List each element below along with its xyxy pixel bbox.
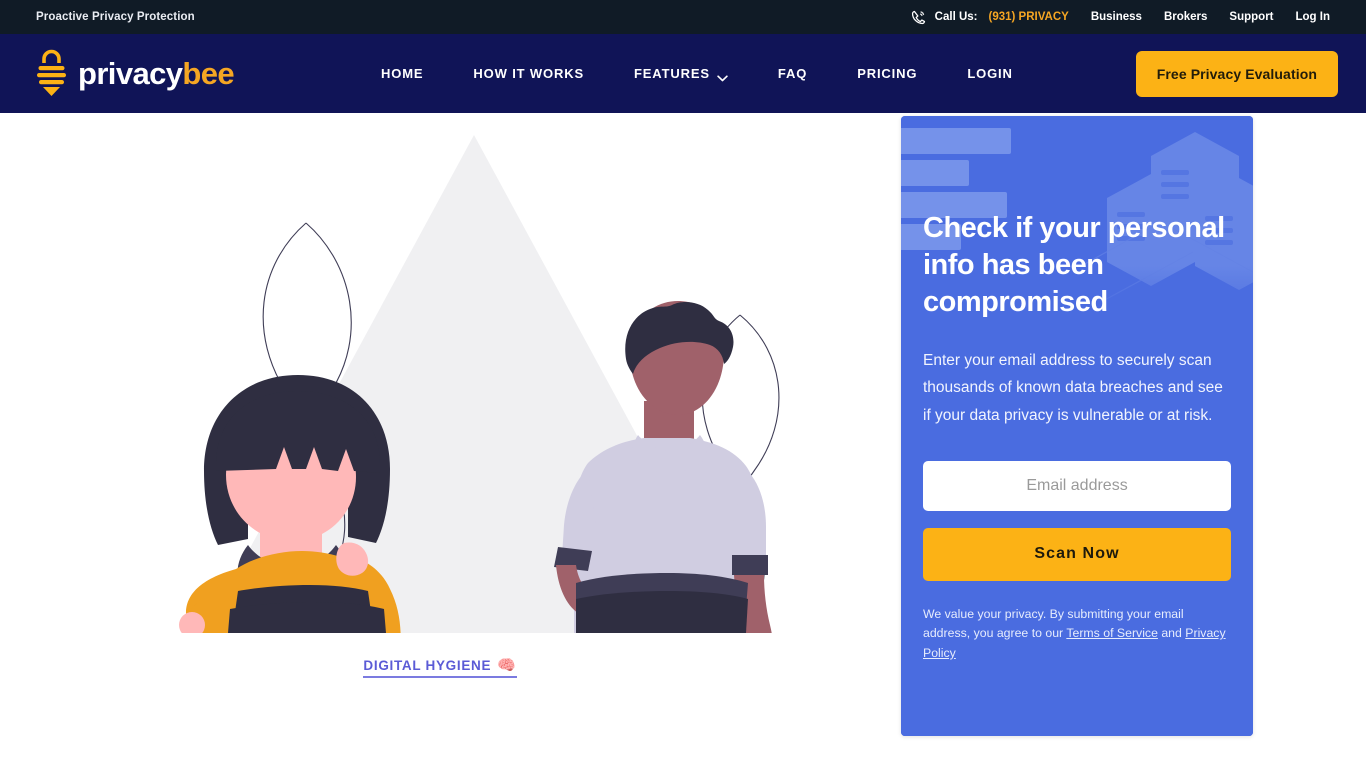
nav-item-features[interactable]: FEATURES bbox=[609, 66, 753, 82]
primary-nav: HOME HOW IT WORKS FEATURES FAQ PRICING L… bbox=[356, 66, 1038, 82]
top-utility-bar: Proactive Privacy Protection Call Us: (9… bbox=[0, 0, 1366, 34]
nav-item-pricing[interactable]: PRICING bbox=[832, 66, 942, 81]
digital-hygiene-label: DIGITAL HYGIENE bbox=[363, 657, 492, 673]
nav-label-pricing: PRICING bbox=[857, 66, 918, 81]
topbar-link-login[interactable]: Log In bbox=[1296, 11, 1331, 23]
logo-word-primary: privacy bbox=[78, 56, 183, 91]
call-us-number[interactable]: (931) PRIVACY bbox=[989, 11, 1069, 23]
phone-icon bbox=[910, 9, 927, 26]
nav-label-home: HOME bbox=[381, 66, 424, 81]
disclaimer-text-join: and bbox=[1157, 626, 1186, 641]
logo-word-accent: bee bbox=[182, 56, 235, 91]
free-privacy-evaluation-button[interactable]: Free Privacy Evaluation bbox=[1135, 50, 1338, 97]
hero-section: DIGITAL HYGIENE 🧠 Check if your personal… bbox=[0, 113, 1366, 768]
main-header: privacybee HOME HOW IT WORKS FEATURES FA… bbox=[0, 34, 1366, 113]
topbar-link-brokers[interactable]: Brokers bbox=[1164, 11, 1207, 23]
nav-label-faq: FAQ bbox=[777, 66, 808, 81]
terms-of-service-link[interactable]: Terms of Service bbox=[1066, 626, 1158, 640]
woman-figure bbox=[179, 375, 401, 633]
top-utility-right: Call Us: (931) PRIVACY Business Brokers … bbox=[910, 9, 1330, 26]
privacy-bee-lock-icon bbox=[34, 47, 69, 100]
nav-label-login: LOGIN bbox=[967, 66, 1013, 81]
brain-icon: 🧠 bbox=[497, 657, 517, 674]
nav-item-faq[interactable]: FAQ bbox=[753, 66, 832, 81]
topbar-link-business[interactable]: Business bbox=[1091, 11, 1142, 23]
two-people-illustration bbox=[179, 135, 780, 633]
digital-hygiene-link[interactable]: DIGITAL HYGIENE 🧠 bbox=[363, 656, 517, 678]
scan-card-content: Check if your personal info has been com… bbox=[901, 116, 1253, 664]
scan-now-button[interactable]: Scan Now bbox=[923, 527, 1231, 581]
nav-item-home[interactable]: HOME bbox=[356, 66, 448, 81]
call-us-block[interactable]: Call Us: (931) PRIVACY bbox=[910, 9, 1069, 26]
site-tagline: Proactive Privacy Protection bbox=[36, 11, 195, 23]
digital-hygiene-row: DIGITAL HYGIENE 🧠 bbox=[0, 656, 880, 678]
chevron-down-icon bbox=[717, 70, 728, 82]
nav-item-how-it-works[interactable]: HOW IT WORKS bbox=[448, 66, 609, 81]
nav-item-login[interactable]: LOGIN bbox=[942, 66, 1037, 81]
privacy-disclaimer: We value your privacy. By submitting you… bbox=[923, 605, 1231, 664]
topbar-link-support[interactable]: Support bbox=[1229, 11, 1273, 23]
email-input[interactable] bbox=[923, 460, 1231, 511]
scan-card-title: Check if your personal info has been com… bbox=[923, 212, 1225, 319]
call-us-label: Call Us: bbox=[934, 11, 978, 23]
nav-label-how-it-works: HOW IT WORKS bbox=[473, 66, 584, 81]
scan-card-subtitle: Enter your email address to securely sca… bbox=[923, 352, 1223, 424]
logo-wordmark: privacybee bbox=[78, 56, 235, 91]
nav-label-features: FEATURES bbox=[634, 66, 710, 81]
site-logo[interactable]: privacybee bbox=[34, 47, 235, 100]
breach-scan-card: Check if your personal info has been com… bbox=[901, 116, 1253, 736]
hero-illustration bbox=[0, 113, 880, 633]
